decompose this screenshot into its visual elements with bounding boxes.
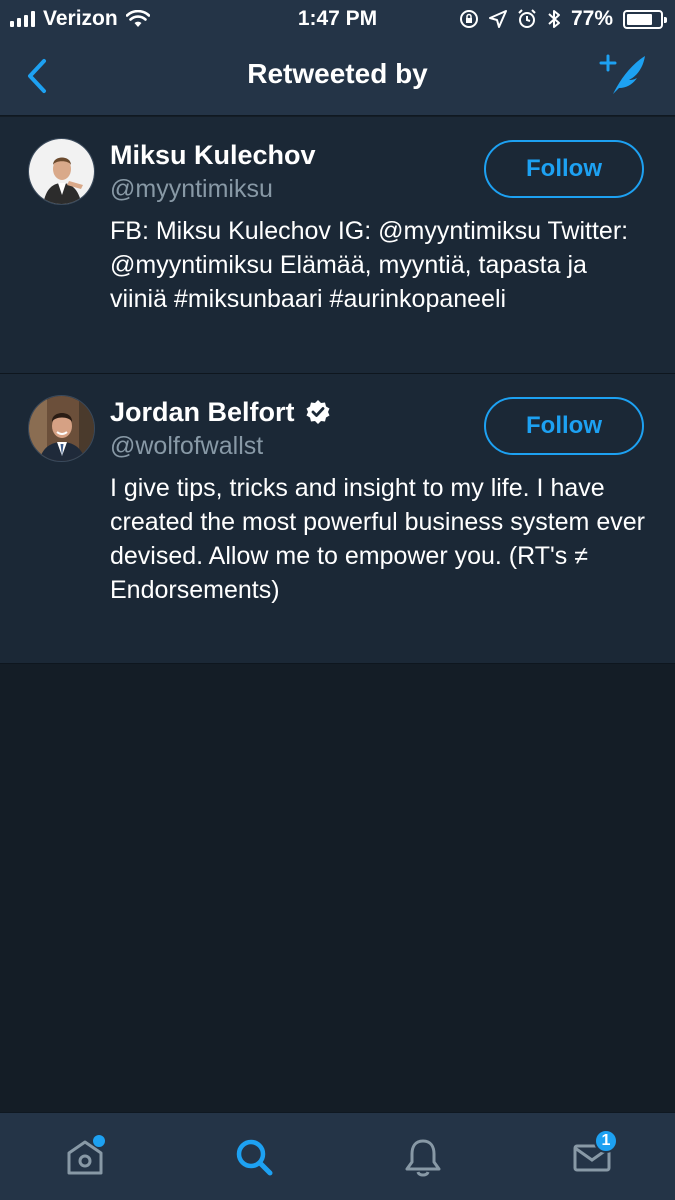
navigation-bar: Retweeted by (0, 36, 675, 116)
notifications-icon (405, 1139, 441, 1177)
user-bio: I give tips, tricks and insight to my li… (110, 474, 645, 604)
bluetooth-icon (548, 10, 560, 28)
user-cell[interactable]: Miksu Kulechov @myyntimiksu FB: Miksu Ku… (0, 117, 675, 374)
new-tweets-indicator (93, 1135, 105, 1147)
tab-notifications[interactable] (363, 1113, 483, 1200)
user-list: Miksu Kulechov @myyntimiksu FB: Miksu Ku… (0, 117, 675, 664)
status-bar: Verizon 1:47 PM 77% (0, 0, 675, 36)
user-name[interactable]: Miksu Kulechov (110, 140, 316, 171)
follow-button[interactable]: Follow (484, 140, 644, 198)
location-icon (488, 10, 507, 28)
tab-messages[interactable]: 1 (532, 1113, 652, 1200)
compose-tweet-button[interactable] (599, 52, 649, 98)
lock-rotation-icon (459, 10, 478, 28)
user-cell[interactable]: Jordan Belfort @wolfofwallst I give tips… (0, 374, 675, 664)
avatar[interactable] (28, 138, 95, 205)
follow-button[interactable]: Follow (484, 397, 644, 455)
battery-icon (623, 9, 667, 29)
tab-home[interactable] (25, 1113, 145, 1200)
user-name[interactable]: Jordan Belfort (110, 397, 295, 428)
tab-search[interactable] (194, 1113, 314, 1200)
messages-badge: 1 (594, 1129, 618, 1153)
tab-bar: 1 (0, 1112, 675, 1200)
verified-badge-icon (306, 400, 330, 424)
user-bio: FB: Miksu Kulechov IG: @myyntimiksu Twit… (110, 217, 629, 313)
compose-tweet-icon (599, 54, 645, 94)
alarm-icon (518, 9, 536, 28)
battery-percent: 77% (570, 7, 613, 30)
page-title: Retweeted by (247, 58, 428, 89)
search-icon (236, 1139, 273, 1176)
avatar[interactable] (28, 395, 95, 462)
retweeted-by-screen: Verizon 1:47 PM 77% Retweeted by Miksu K… (0, 0, 675, 1200)
